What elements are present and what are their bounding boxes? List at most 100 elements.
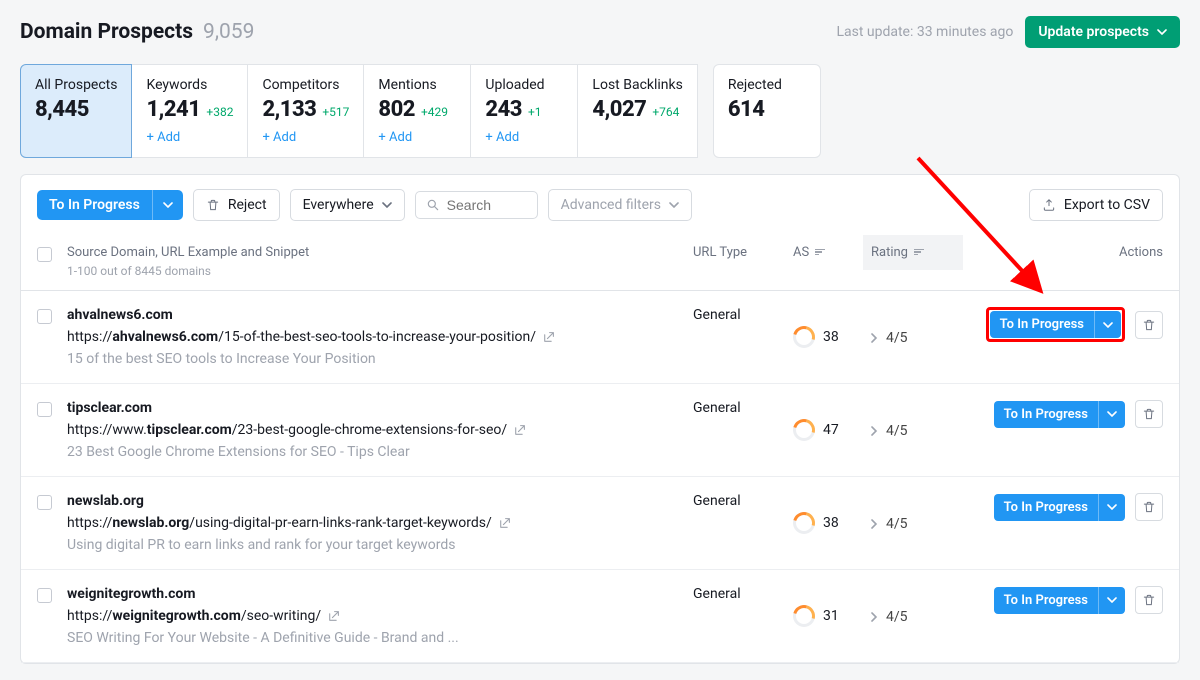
table-row: newslab.org https://newslab.org/using-di…	[21, 477, 1179, 570]
row-action-label[interactable]: To In Progress	[994, 401, 1098, 428]
col-url-header: URL Type	[693, 245, 793, 260]
card-add-link[interactable]: + Add	[146, 130, 233, 145]
row-checkbox[interactable]	[37, 402, 52, 417]
row-to-in-progress-button[interactable]: To In Progress	[994, 494, 1125, 521]
row-checkbox[interactable]	[37, 309, 52, 324]
row-as-value: 31	[823, 608, 839, 624]
row-to-in-progress-button[interactable]: To In Progress	[990, 311, 1121, 338]
export-csv-button[interactable]: Export to CSV	[1029, 189, 1163, 221]
row-url-type: General	[693, 400, 793, 460]
col-rating-label: Rating	[871, 245, 908, 260]
row-checkbox[interactable]	[37, 495, 52, 510]
scope-select[interactable]: Everywhere	[290, 189, 405, 221]
row-url-type: General	[693, 307, 793, 367]
trash-icon	[206, 198, 220, 212]
col-as-label: AS	[793, 245, 809, 260]
card-delta: +382	[206, 105, 233, 119]
row-action-caret[interactable]	[1098, 494, 1125, 521]
card-add-link[interactable]: + Add	[485, 130, 563, 145]
filter-card-keywords[interactable]: Keywords 1,241 +382 + Add	[131, 64, 248, 158]
row-rating[interactable]: 4/5	[871, 609, 908, 625]
select-all-checkbox[interactable]	[37, 247, 52, 262]
row-snippet: Using digital PR to earn links and rank …	[67, 537, 673, 553]
row-domain[interactable]: newslab.org	[67, 493, 673, 509]
row-checkbox[interactable]	[37, 588, 52, 603]
col-rating-header[interactable]: Rating	[863, 235, 963, 270]
row-snippet: 15 of the best SEO tools to Increase You…	[67, 351, 673, 367]
external-link-icon	[498, 517, 511, 530]
scope-label: Everywhere	[303, 197, 374, 213]
row-action-label[interactable]: To In Progress	[994, 494, 1098, 521]
row-rating[interactable]: 4/5	[871, 330, 908, 346]
card-delta: +429	[421, 105, 448, 119]
to-in-progress-split-button[interactable]: To In Progress	[37, 190, 183, 220]
row-delete-button[interactable]	[1135, 586, 1163, 614]
filter-card-competitors[interactable]: Competitors 2,133 +517 + Add	[247, 64, 364, 158]
export-label: Export to CSV	[1064, 197, 1150, 213]
card-label: Keywords	[146, 77, 233, 93]
search-input[interactable]	[447, 197, 527, 213]
sort-icon	[815, 249, 825, 257]
page-count: 9,059	[203, 20, 254, 44]
row-rating-value: 4/5	[886, 423, 908, 439]
row-domain[interactable]: weignitegrowth.com	[67, 586, 673, 602]
chevron-down-icon	[1107, 597, 1117, 603]
filter-card-all-prospects[interactable]: All Prospects 8,445	[20, 64, 132, 158]
row-url[interactable]: https://newslab.org/using-digital-pr-ear…	[67, 515, 673, 531]
card-value: 4,027	[592, 97, 646, 122]
card-add-link[interactable]: + Add	[378, 130, 456, 145]
row-action-caret[interactable]	[1098, 401, 1125, 428]
page-title: Domain Prospects	[20, 20, 193, 44]
search-icon	[426, 198, 440, 212]
row-url[interactable]: https://weignitegrowth.com/seo-writing/	[67, 608, 673, 624]
row-domain[interactable]: tipsclear.com	[67, 400, 673, 416]
advanced-filters-button[interactable]: Advanced filters	[548, 189, 692, 221]
update-prospects-label: Update prospects	[1038, 24, 1149, 40]
card-label: Lost Backlinks	[592, 77, 682, 93]
table-row: tipsclear.com https://www.tipsclear.com/…	[21, 384, 1179, 477]
row-to-in-progress-button[interactable]: To In Progress	[994, 401, 1125, 428]
reject-button[interactable]: Reject	[193, 189, 280, 221]
row-delete-button[interactable]	[1135, 493, 1163, 521]
filter-card-lost-backlinks[interactable]: Lost Backlinks 4,027 +764	[577, 64, 697, 158]
chevron-down-icon	[1103, 322, 1113, 328]
row-delete-button[interactable]	[1135, 311, 1163, 339]
as-ring-icon	[793, 326, 815, 348]
row-rating[interactable]: 4/5	[871, 516, 908, 532]
as-ring-icon	[793, 605, 815, 627]
row-action-label[interactable]: To In Progress	[990, 311, 1094, 338]
card-label: All Prospects	[35, 77, 117, 93]
filter-card-mentions[interactable]: Mentions 802 +429 + Add	[363, 64, 471, 158]
row-url[interactable]: https://ahvalnews6.com/15-of-the-best-se…	[67, 329, 673, 345]
card-value: 802	[378, 97, 415, 122]
update-prospects-button[interactable]: Update prospects	[1025, 16, 1180, 48]
row-action-label[interactable]: To In Progress	[994, 587, 1098, 614]
external-link-icon	[513, 424, 526, 437]
card-delta: +1	[528, 105, 542, 119]
row-as-value: 38	[823, 329, 839, 345]
row-domain[interactable]: ahvalnews6.com	[67, 307, 673, 323]
row-rating[interactable]: 4/5	[871, 423, 908, 439]
card-label: Uploaded	[485, 77, 563, 93]
filter-card-uploaded[interactable]: Uploaded 243 +1 + Add	[470, 64, 578, 158]
to-in-progress-caret[interactable]	[152, 190, 183, 220]
trash-icon	[1142, 593, 1156, 607]
as-ring-icon	[793, 512, 815, 534]
row-rating-value: 4/5	[886, 330, 908, 346]
to-in-progress-button[interactable]: To In Progress	[37, 190, 152, 220]
row-to-in-progress-button[interactable]: To In Progress	[994, 587, 1125, 614]
row-snippet: SEO Writing For Your Website - A Definit…	[67, 630, 673, 646]
card-value: 1,241	[146, 97, 200, 122]
external-link-icon	[542, 331, 555, 344]
col-as-header[interactable]: AS	[793, 245, 863, 260]
row-url[interactable]: https://www.tipsclear.com/23-best-google…	[67, 422, 673, 438]
row-delete-button[interactable]	[1135, 400, 1163, 428]
row-action-caret[interactable]	[1094, 311, 1121, 338]
filter-card-rejected[interactable]: Rejected 614	[713, 64, 821, 158]
card-delta: +764	[652, 105, 679, 119]
card-add-link[interactable]: + Add	[262, 130, 349, 145]
external-link-icon	[327, 610, 340, 623]
search-box[interactable]	[415, 191, 538, 219]
chevron-right-icon	[871, 519, 878, 529]
row-action-caret[interactable]	[1098, 587, 1125, 614]
